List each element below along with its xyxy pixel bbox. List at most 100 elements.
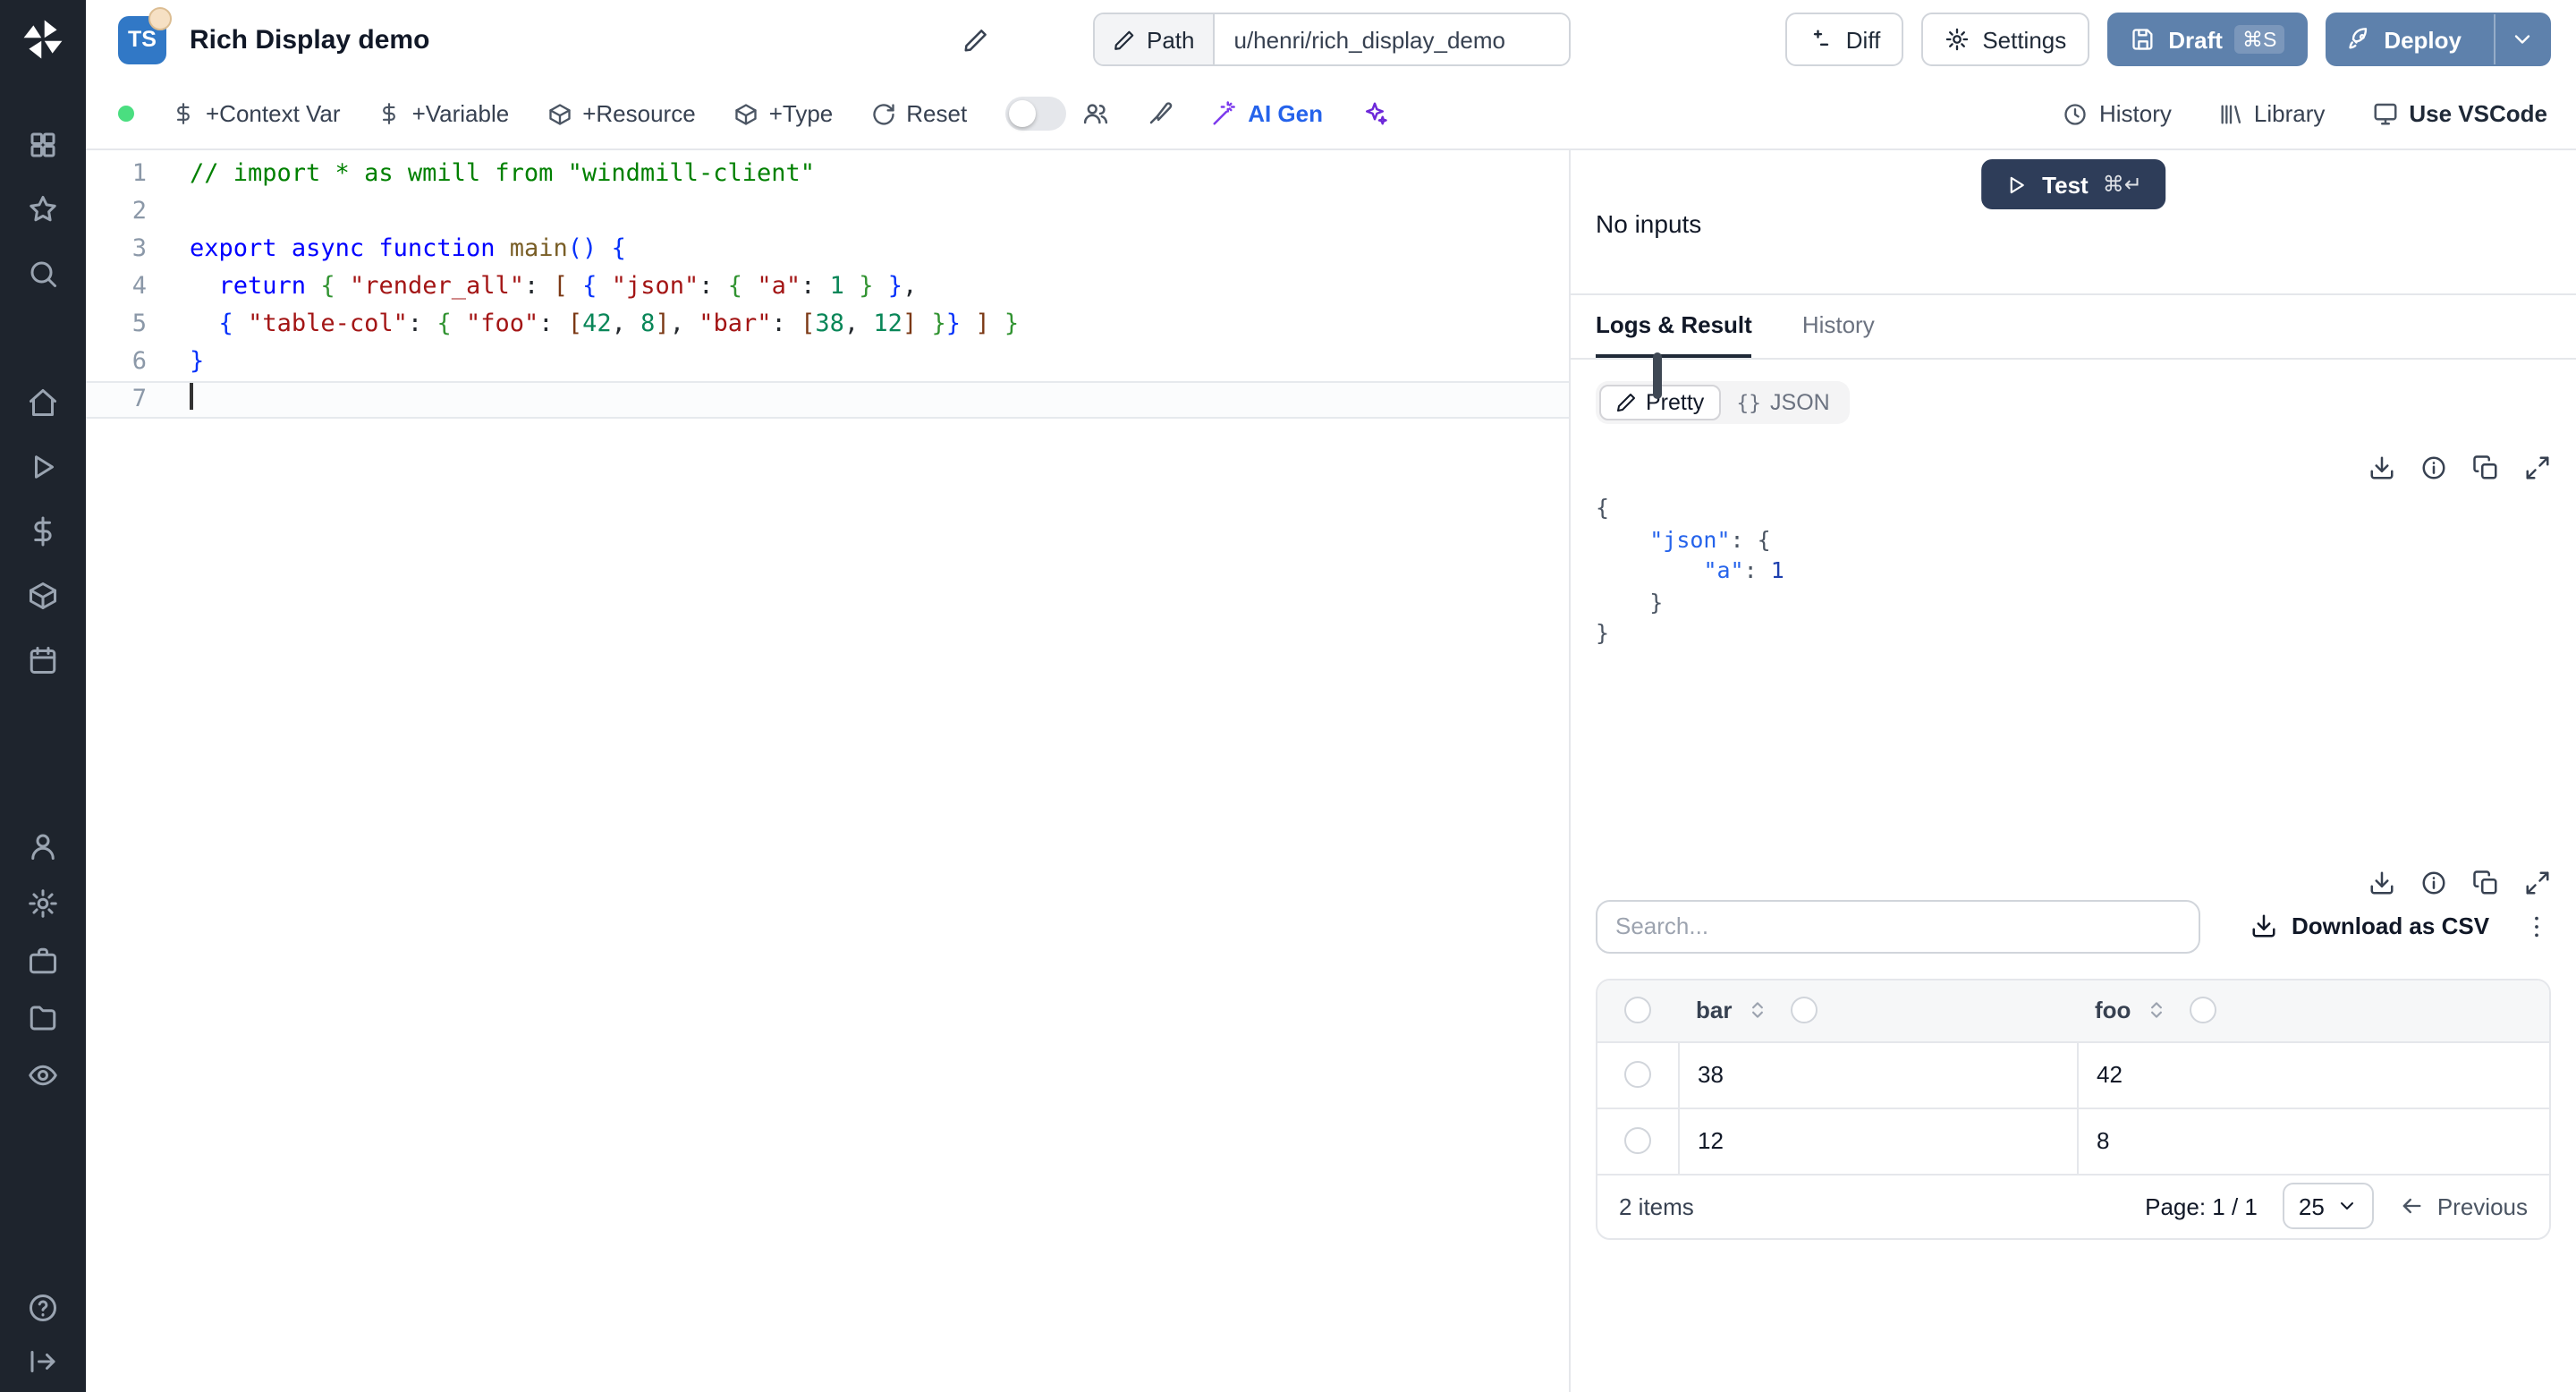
info-icon[interactable] bbox=[2420, 869, 2447, 895]
sort-icon[interactable] bbox=[2145, 998, 2168, 1022]
column-header-foo[interactable]: foo bbox=[2095, 997, 2131, 1023]
ai-sparkles-button[interactable] bbox=[1360, 100, 1387, 127]
collab-toggle[interactable] bbox=[1004, 97, 1066, 131]
tab-logs-result[interactable]: Logs & Result bbox=[1596, 295, 1752, 358]
row-checkbox[interactable] bbox=[1624, 1061, 1651, 1088]
table-render-actions bbox=[1596, 869, 2551, 895]
code-line[interactable]: 4 return { "render_all": [ { "json": { "… bbox=[86, 268, 1569, 306]
table-row[interactable]: 12 8 bbox=[1597, 1107, 2549, 1173]
column-toggle-checkbox[interactable] bbox=[1791, 997, 1818, 1023]
search-icon[interactable] bbox=[27, 258, 59, 290]
history-button[interactable]: History bbox=[2063, 100, 2172, 127]
expand-icon[interactable] bbox=[2524, 454, 2551, 481]
table-menu-kebab-icon[interactable] bbox=[2522, 912, 2551, 940]
folders-icon[interactable] bbox=[27, 1002, 59, 1034]
use-vscode-button[interactable]: Use VSCode bbox=[2371, 100, 2547, 127]
user-icon[interactable] bbox=[27, 830, 59, 862]
line-number: 2 bbox=[131, 197, 147, 225]
expand-icon[interactable] bbox=[2524, 869, 2551, 895]
arrow-left-icon bbox=[2400, 1193, 2425, 1218]
sort-icon[interactable] bbox=[1746, 998, 1769, 1022]
line-number: 4 bbox=[131, 272, 147, 301]
ai-gen-button[interactable]: AI Gen bbox=[1210, 100, 1323, 127]
line-number: 5 bbox=[131, 310, 147, 338]
deploy-dropdown-button[interactable] bbox=[2494, 14, 2549, 64]
download-csv-button[interactable]: Download as CSV bbox=[2250, 912, 2489, 939]
users-icon[interactable] bbox=[1081, 100, 1108, 127]
info-icon[interactable] bbox=[2420, 454, 2447, 481]
add-type-button[interactable]: +Type bbox=[733, 100, 833, 127]
edit-summary-pencil-icon[interactable] bbox=[962, 26, 989, 53]
run-section: Test ⌘↵ No inputs bbox=[1571, 150, 2576, 295]
sparkles-icon bbox=[1360, 100, 1387, 127]
draft-button[interactable]: Draft ⌘S bbox=[2107, 13, 2308, 66]
code-line[interactable]: 7 bbox=[86, 381, 1569, 419]
favorites-star-icon[interactable] bbox=[27, 193, 59, 225]
json-view-button[interactable]: {} JSON bbox=[1720, 386, 1845, 420]
sidebar-group-nav bbox=[27, 386, 59, 676]
code-line[interactable]: 1// import * as wmill from "windmill-cli… bbox=[86, 156, 1569, 193]
pane-resize-handle[interactable] bbox=[1653, 352, 1662, 399]
column-toggle-checkbox[interactable] bbox=[2190, 997, 2217, 1023]
deploy-button[interactable]: Deploy bbox=[2325, 13, 2551, 66]
line-number: 6 bbox=[131, 347, 147, 376]
variables-dollar-icon[interactable] bbox=[27, 515, 59, 547]
previous-page-button[interactable]: Previous bbox=[2400, 1193, 2528, 1219]
save-draft-icon bbox=[2131, 27, 2156, 52]
windmill-logo-icon[interactable] bbox=[20, 16, 66, 63]
home-icon[interactable] bbox=[27, 386, 59, 419]
runs-play-icon[interactable] bbox=[27, 451, 59, 483]
settings-button[interactable]: Settings bbox=[1921, 13, 2090, 66]
table-search-input[interactable] bbox=[1596, 899, 2200, 953]
schedules-calendar-icon[interactable] bbox=[27, 644, 59, 676]
reset-button[interactable]: Reset bbox=[870, 100, 967, 127]
row-checkbox[interactable] bbox=[1624, 1127, 1651, 1154]
select-all-checkbox[interactable] bbox=[1624, 997, 1651, 1023]
sidebar-group-top bbox=[27, 129, 59, 290]
page-size-select[interactable]: 25 bbox=[2282, 1183, 2375, 1229]
library-label: Library bbox=[2253, 100, 2326, 127]
code-line[interactable]: 5 { "table-col": { "foo": [42, 8], "bar"… bbox=[86, 306, 1569, 344]
path-button[interactable]: Path bbox=[1095, 14, 1215, 64]
deploy-button-label: Deploy bbox=[2384, 26, 2462, 53]
audit-eye-icon[interactable] bbox=[27, 1059, 59, 1091]
code-line[interactable]: 2 bbox=[86, 193, 1569, 231]
code-editor[interactable]: 1// import * as wmill from "windmill-cli… bbox=[86, 150, 1571, 1392]
column-header-bar[interactable]: bar bbox=[1696, 997, 1732, 1023]
table-row[interactable]: 38 42 bbox=[1597, 1040, 2549, 1107]
play-icon bbox=[2004, 173, 2028, 196]
copy-icon[interactable] bbox=[2472, 869, 2499, 895]
test-button[interactable]: Test ⌘↵ bbox=[1981, 159, 2165, 209]
format-brush-button[interactable] bbox=[1146, 100, 1173, 127]
add-resource-button[interactable]: +Resource bbox=[547, 100, 696, 127]
rocket-icon bbox=[2346, 27, 2371, 52]
result-json-line: "json": { bbox=[1649, 525, 1771, 552]
code-line[interactable]: 3 export async function main() { bbox=[86, 231, 1569, 268]
diff-button[interactable]: Diff bbox=[1784, 13, 1904, 66]
chevron-down-icon bbox=[2510, 27, 2535, 52]
copy-icon[interactable] bbox=[2472, 454, 2499, 481]
table-cell: 38 bbox=[1678, 1042, 2077, 1107]
download-csv-label: Download as CSV bbox=[2292, 912, 2490, 939]
add-variable-button[interactable]: +Variable bbox=[378, 100, 509, 127]
line-number: 7 bbox=[131, 385, 147, 413]
tab-history[interactable]: History bbox=[1802, 295, 1875, 358]
code-line[interactable]: 6} bbox=[86, 344, 1569, 381]
draft-kbd-hint: ⌘S bbox=[2234, 25, 2284, 54]
apps-grid-icon[interactable] bbox=[27, 129, 59, 161]
workers-briefcase-icon[interactable] bbox=[27, 945, 59, 977]
settings-gear-icon[interactable] bbox=[27, 887, 59, 920]
expand-sidebar-icon[interactable] bbox=[27, 1345, 59, 1378]
path-value[interactable]: u/henri/rich_display_demo bbox=[1214, 14, 1569, 64]
library-button[interactable]: Library bbox=[2218, 100, 2326, 127]
header: TS Rich Display demo Path u/henri/rich_d… bbox=[86, 0, 2576, 79]
resources-box-icon[interactable] bbox=[27, 580, 59, 612]
bun-runtime-badge-icon bbox=[148, 7, 172, 30]
add-context-var-button[interactable]: +Context Var bbox=[172, 100, 341, 127]
help-icon[interactable] bbox=[27, 1292, 59, 1324]
download-result-icon[interactable] bbox=[2368, 454, 2395, 481]
edit-path-pencil-icon bbox=[1113, 28, 1136, 51]
result-actions bbox=[1596, 454, 2551, 481]
download-result-icon[interactable] bbox=[2368, 869, 2395, 895]
items-count: 2 items bbox=[1619, 1193, 1694, 1219]
